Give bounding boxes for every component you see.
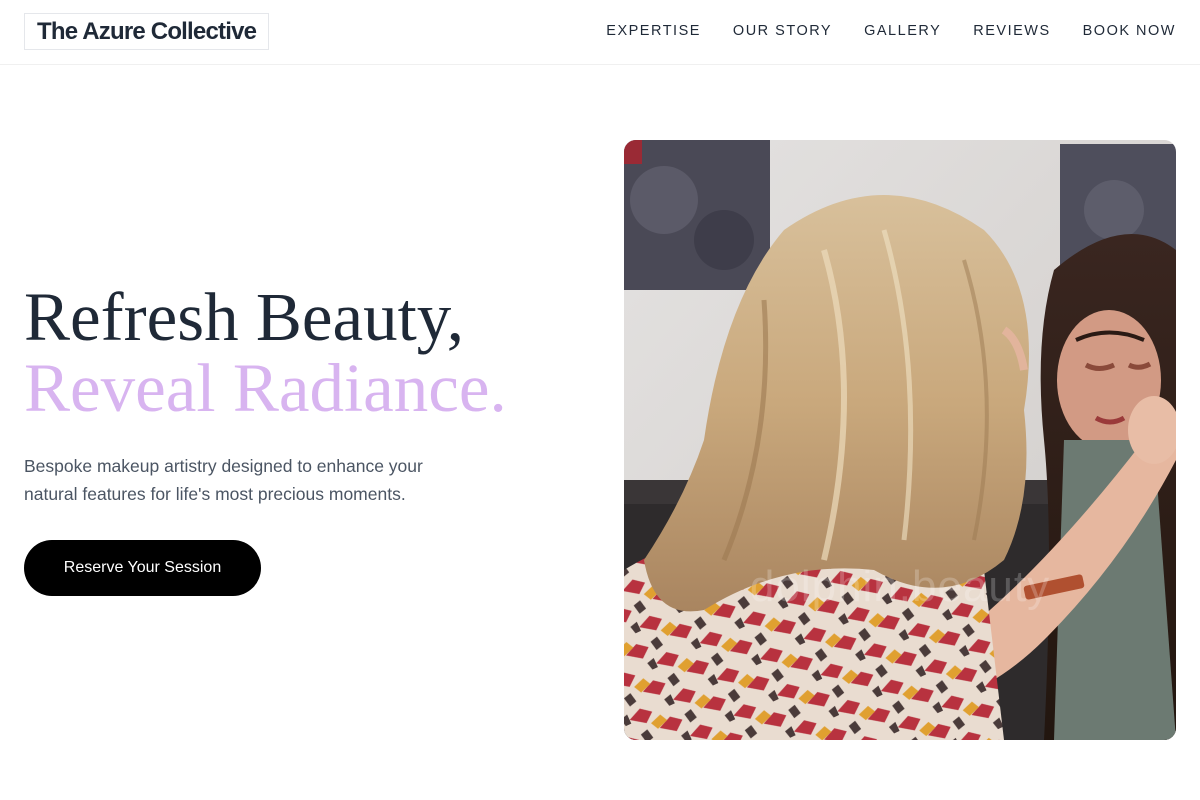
reserve-session-button[interactable]: Reserve Your Session (24, 540, 261, 596)
hero-heading-line-2: Reveal Radiance. (24, 350, 507, 426)
nav-link-expertise[interactable]: EXPERTISE (606, 21, 701, 41)
main-nav: EXPERTISE OUR STORY GALLERY REVIEWS BOOK… (606, 21, 1176, 41)
hero-image: dolphin.beauty (624, 140, 1176, 740)
top-navbar: The Azure Collective EXPERTISE OUR STORY… (0, 0, 1200, 65)
makeup-artist-photo (624, 140, 1176, 740)
nav-link-our-story[interactable]: OUR STORY (733, 21, 832, 41)
nav-link-gallery[interactable]: GALLERY (864, 21, 941, 41)
hero-subtitle: Bespoke makeup artistry designed to enha… (24, 456, 423, 504)
hero-heading: Refresh Beauty, Reveal Radiance. (24, 282, 507, 424)
hero-heading-line-1: Refresh Beauty, (24, 279, 465, 355)
nav-link-reviews[interactable]: REVIEWS (973, 21, 1050, 41)
brand-logo[interactable]: The Azure Collective (24, 13, 270, 50)
nav-link-book-now[interactable]: BOOK NOW (1083, 21, 1176, 41)
